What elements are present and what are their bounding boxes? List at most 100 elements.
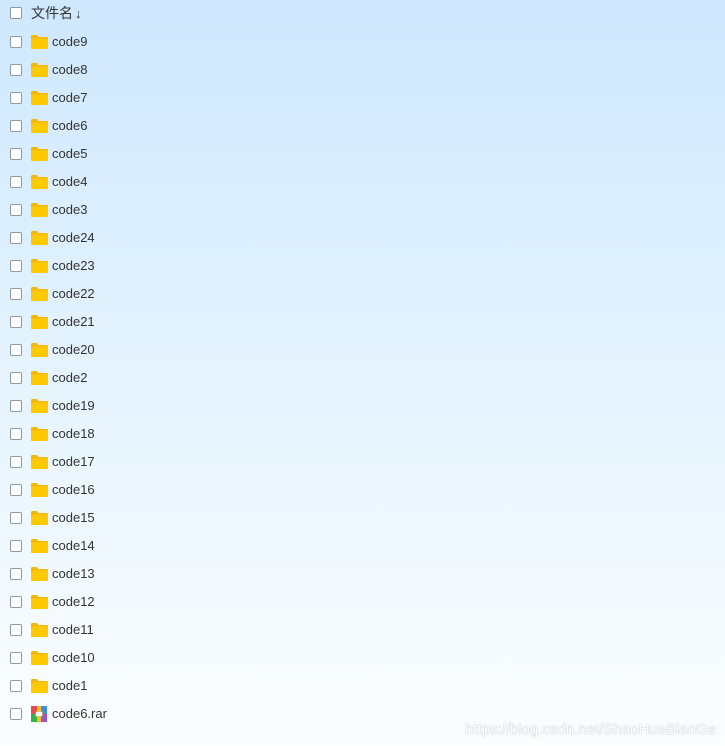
folder-row[interactable]: code21 xyxy=(0,308,725,336)
file-name[interactable]: code2 xyxy=(52,369,87,387)
file-name[interactable]: code21 xyxy=(52,313,95,331)
folder-icon xyxy=(31,119,48,133)
folder-icon xyxy=(31,35,48,49)
folder-icon xyxy=(31,287,48,301)
row-checkbox[interactable] xyxy=(10,568,22,580)
row-checkbox[interactable] xyxy=(10,204,22,216)
file-name[interactable]: code19 xyxy=(52,397,95,415)
file-name[interactable]: code1 xyxy=(52,677,87,695)
file-name[interactable]: code10 xyxy=(52,649,95,667)
row-checkbox[interactable] xyxy=(10,260,22,272)
folder-row[interactable]: code4 xyxy=(0,168,725,196)
file-name[interactable]: code15 xyxy=(52,509,95,527)
row-checkbox[interactable] xyxy=(10,288,22,300)
file-name[interactable]: code23 xyxy=(52,257,95,275)
list-header: 文件名 ↓ xyxy=(0,0,725,27)
folder-row[interactable]: code22 xyxy=(0,280,725,308)
file-name[interactable]: code6 xyxy=(52,117,87,135)
folder-row[interactable]: code18 xyxy=(0,420,725,448)
watermark: https://blog.csdn.net/ShaoHuaBiaoGe xyxy=(464,721,716,738)
folder-row[interactable]: code3 xyxy=(0,196,725,224)
folder-row[interactable]: code15 xyxy=(0,504,725,532)
row-checkbox[interactable] xyxy=(10,484,22,496)
folder-icon xyxy=(31,679,48,693)
row-checkbox[interactable] xyxy=(10,344,22,356)
filename-column-header[interactable]: 文件名 ↓ xyxy=(31,4,82,23)
folder-row[interactable]: code13 xyxy=(0,560,725,588)
file-name[interactable]: code8 xyxy=(52,61,87,79)
folder-icon xyxy=(31,455,48,469)
folder-icon xyxy=(31,399,48,413)
file-name[interactable]: code4 xyxy=(52,173,87,191)
folder-icon xyxy=(31,231,48,245)
file-name[interactable]: code22 xyxy=(52,285,95,303)
folder-icon xyxy=(31,175,48,189)
folder-icon xyxy=(31,203,48,217)
file-name[interactable]: code18 xyxy=(52,425,95,443)
folder-row[interactable]: code24 xyxy=(0,224,725,252)
select-all-checkbox[interactable] xyxy=(10,7,22,19)
folder-row[interactable]: code8 xyxy=(0,56,725,84)
folder-icon xyxy=(31,259,48,273)
file-name[interactable]: code24 xyxy=(52,229,95,247)
row-checkbox[interactable] xyxy=(10,400,22,412)
row-checkbox[interactable] xyxy=(10,540,22,552)
folder-row[interactable]: code11 xyxy=(0,616,725,644)
folder-row[interactable]: code14 xyxy=(0,532,725,560)
folder-icon xyxy=(31,595,48,609)
folder-row[interactable]: code19 xyxy=(0,392,725,420)
folder-row[interactable]: code16 xyxy=(0,476,725,504)
row-checkbox[interactable] xyxy=(10,624,22,636)
file-name[interactable]: code6.rar xyxy=(52,705,107,723)
file-name[interactable]: code17 xyxy=(52,453,95,471)
folder-row[interactable]: code23 xyxy=(0,252,725,280)
folder-icon xyxy=(31,651,48,665)
row-checkbox[interactable] xyxy=(10,36,22,48)
file-name[interactable]: code9 xyxy=(52,33,87,51)
folder-row[interactable]: code2 xyxy=(0,364,725,392)
file-name[interactable]: code20 xyxy=(52,341,95,359)
file-name[interactable]: code14 xyxy=(52,537,95,555)
row-checkbox[interactable] xyxy=(10,512,22,524)
row-checkbox[interactable] xyxy=(10,92,22,104)
folder-icon xyxy=(31,623,48,637)
row-checkbox[interactable] xyxy=(10,176,22,188)
row-checkbox[interactable] xyxy=(10,456,22,468)
folder-row[interactable]: code9 xyxy=(0,28,725,56)
folder-row[interactable]: code6 xyxy=(0,112,725,140)
file-name[interactable]: code3 xyxy=(52,201,87,219)
file-name[interactable]: code11 xyxy=(52,621,94,639)
file-list: code9 code8 code7 code6 code5 code4 code3 code2… xyxy=(0,28,725,728)
folder-icon xyxy=(31,483,48,497)
row-checkbox[interactable] xyxy=(10,652,22,664)
folder-row[interactable]: code1 xyxy=(0,672,725,700)
file-name[interactable]: code12 xyxy=(52,593,95,611)
row-checkbox[interactable] xyxy=(10,232,22,244)
folder-row[interactable]: code17 xyxy=(0,448,725,476)
folder-icon xyxy=(31,91,48,105)
sort-descending-icon: ↓ xyxy=(75,6,82,21)
folder-row[interactable]: code10 xyxy=(0,644,725,672)
row-checkbox[interactable] xyxy=(10,64,22,76)
row-checkbox[interactable] xyxy=(10,596,22,608)
folder-row[interactable]: code20 xyxy=(0,336,725,364)
row-checkbox[interactable] xyxy=(10,428,22,440)
file-name[interactable]: code7 xyxy=(52,89,87,107)
folder-icon xyxy=(31,315,48,329)
folder-row[interactable]: code12 xyxy=(0,588,725,616)
file-name[interactable]: code16 xyxy=(52,481,95,499)
folder-icon xyxy=(31,539,48,553)
file-name[interactable]: code13 xyxy=(52,565,95,583)
file-name[interactable]: code5 xyxy=(52,145,87,163)
folder-icon xyxy=(31,147,48,161)
row-checkbox[interactable] xyxy=(10,148,22,160)
row-checkbox[interactable] xyxy=(10,120,22,132)
row-checkbox[interactable] xyxy=(10,680,22,692)
folder-icon xyxy=(31,63,48,77)
rar-archive-icon xyxy=(31,706,47,722)
row-checkbox[interactable] xyxy=(10,316,22,328)
row-checkbox[interactable] xyxy=(10,708,22,720)
row-checkbox[interactable] xyxy=(10,372,22,384)
folder-row[interactable]: code7 xyxy=(0,84,725,112)
folder-row[interactable]: code5 xyxy=(0,140,725,168)
